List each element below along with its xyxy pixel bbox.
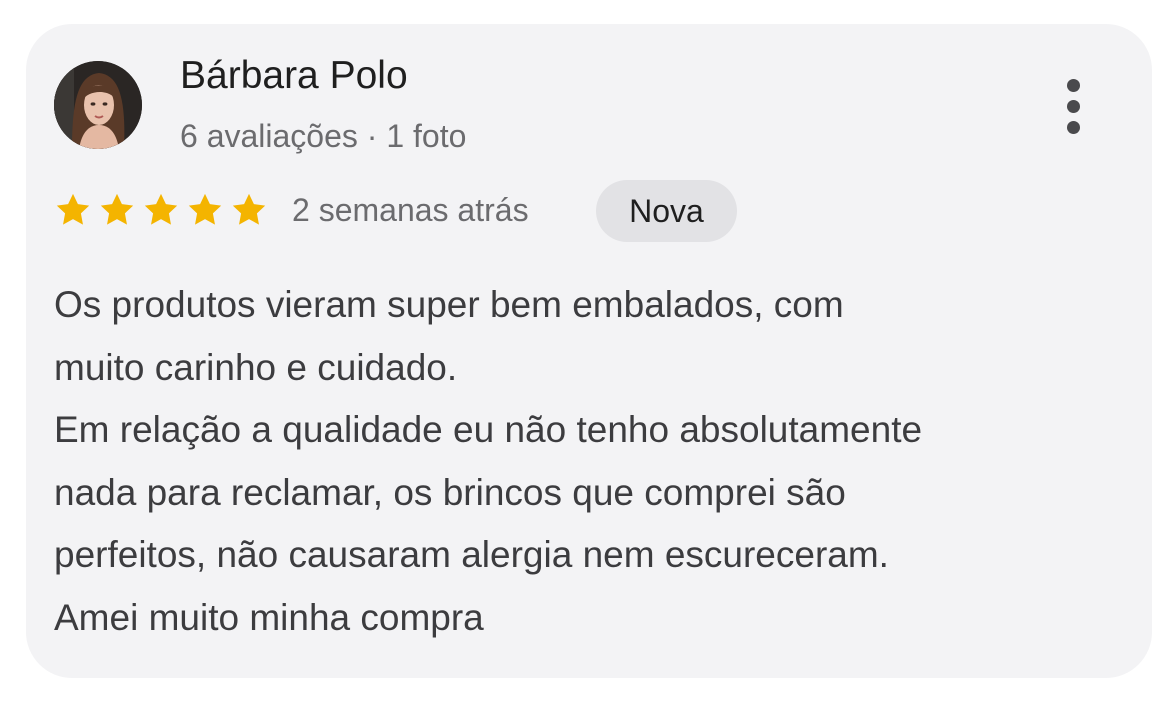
review-text-line: muito carinho e cuidado. <box>54 346 458 388</box>
new-badge: Nova <box>596 180 737 242</box>
review-text-line: Amei muito minha compra <box>54 596 484 638</box>
review-text-line: perfeitos, não causaram alergia nem escu… <box>54 534 889 575</box>
review-text-line: nada para reclamar, os brincos que compr… <box>54 471 846 513</box>
author-name[interactable]: Bárbara Polo <box>180 54 408 98</box>
more-dot <box>1067 121 1080 134</box>
more-dot <box>1067 100 1080 113</box>
more-vertical-icon[interactable] <box>1056 76 1092 136</box>
star-filled-icon <box>144 193 178 225</box>
author-meta: 6 avaliações · 1 foto <box>180 118 467 154</box>
review-text: Os produtos vieram super bem embalados, … <box>54 274 1134 649</box>
review-time: 2 semanas atrás <box>292 192 529 228</box>
star-rating <box>54 191 268 231</box>
avatar-photo <box>54 61 142 149</box>
star-filled-icon <box>232 193 266 225</box>
star-filled-icon <box>188 193 222 225</box>
review-text-line: Os produtos vieram super bem embalados, … <box>54 284 844 325</box>
review-text-line: Em relação a qualidade eu não tenho abso… <box>54 409 923 450</box>
review-card: Bárbara Polo 6 avaliações · 1 foto 2 sem… <box>26 24 1152 678</box>
star-filled-icon <box>100 193 134 225</box>
avatar[interactable] <box>54 61 142 149</box>
star-filled-icon <box>56 193 90 225</box>
more-dot <box>1067 79 1080 92</box>
